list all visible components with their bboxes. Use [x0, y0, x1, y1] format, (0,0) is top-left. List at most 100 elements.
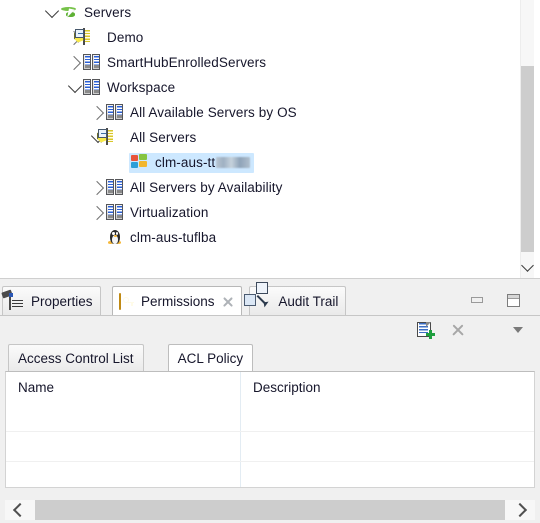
- tree-item-content: Workspace: [83, 78, 176, 97]
- tree-item-all-available-servers-by-os[interactable]: All Available Servers by OS: [0, 100, 506, 125]
- server-rack-icon: [83, 78, 101, 97]
- delete-x-icon: [451, 323, 465, 337]
- tree-item-clm-aus-tuflba[interactable]: clm-aus-tuflba: [0, 225, 506, 250]
- hscroll-thumb[interactable]: [35, 500, 505, 520]
- tab-audit-trail[interactable]: Audit Trail: [244, 281, 347, 316]
- view-menu-icon: [513, 327, 523, 333]
- tree-item-label: clm-aus-tuflba: [130, 230, 217, 245]
- tree-item-servers[interactable]: Servers: [0, 0, 506, 25]
- key-icon: [119, 292, 136, 310]
- inner-tab-access-control-list[interactable]: Access Control List: [8, 344, 144, 371]
- tree-item-demo[interactable]: Demo: [0, 25, 506, 50]
- tree-item-content: clm-aus-tuflba: [106, 229, 216, 247]
- chevron-right-icon: [66, 55, 82, 70]
- tree-item-content: All Servers by Availability: [106, 178, 283, 197]
- table-row[interactable]: [6, 402, 534, 431]
- maximize-button[interactable]: [502, 290, 524, 310]
- chevron-right-icon: [512, 502, 528, 518]
- tree-expander-none: [90, 225, 106, 250]
- tab-label: Audit Trail: [278, 294, 339, 309]
- tree-viewport[interactable]: Servers Demo SmartHubEnrolledServers Worksp…: [0, 0, 506, 278]
- hscroll-right-button[interactable]: [505, 500, 535, 520]
- server-rack-icon: [106, 178, 124, 197]
- linux-penguin-icon: [106, 229, 124, 247]
- tree-item-virtualization[interactable]: Virtualization: [0, 200, 506, 225]
- tree-item-content: Virtualization: [106, 203, 209, 222]
- add-policy-icon: [417, 321, 435, 339]
- chevron-right-icon: [89, 180, 105, 195]
- view-tabbar: Properties Permissions Audit Trail: [0, 281, 540, 316]
- audit-trail-icon: [244, 281, 273, 310]
- inner-tab-label: Access Control List: [18, 350, 134, 366]
- chevron-right-icon: [89, 105, 105, 120]
- tree-expander-collapsed[interactable]: [89, 100, 106, 125]
- tree-expander-none: [113, 150, 129, 175]
- acl-policy-table[interactable]: Name Description: [5, 371, 535, 488]
- tab-permissions[interactable]: Permissions: [112, 286, 242, 316]
- bottom-view-stack: Properties Permissions Audit Trail Access …: [0, 281, 540, 523]
- tab-label: Permissions: [141, 294, 215, 309]
- hscroll-left-button[interactable]: [5, 500, 35, 520]
- minimize-button[interactable]: [466, 290, 488, 310]
- tree-right-gap: [533, 0, 540, 278]
- tree-item-label: All Servers by Availability: [130, 180, 283, 195]
- view-menu-button[interactable]: [510, 320, 526, 340]
- acl-inner-tabbar: Access Control List ACL Policy: [0, 344, 540, 371]
- table-row[interactable]: [6, 431, 534, 461]
- tree-item-workspace[interactable]: Workspace: [0, 75, 506, 100]
- server-rack-icon: [83, 53, 101, 72]
- tree-item-content: SmartHubEnrolledServers: [83, 53, 267, 72]
- properties-icon: [1, 288, 26, 310]
- maximize-icon: [506, 293, 520, 307]
- tree-selected-item[interactable]: clm-aus-tt: [129, 152, 255, 173]
- column-header-description[interactable]: Description: [240, 372, 534, 402]
- tab-properties[interactable]: Properties: [1, 286, 101, 316]
- tree-expander-expanded[interactable]: [67, 75, 83, 100]
- servers-tree-panel: Servers Demo SmartHubEnrolledServers Worksp…: [0, 0, 540, 278]
- tree-expander-collapsed[interactable]: [89, 200, 106, 225]
- tree-item-label: clm-aus-tt: [155, 155, 216, 170]
- tree-scroll-down-button[interactable]: [521, 259, 534, 274]
- chevron-down-icon: [521, 259, 534, 272]
- tree-item-label: Servers: [84, 5, 132, 20]
- tree-item-all-servers-by-availability[interactable]: All Servers by Availability: [0, 175, 506, 200]
- tree-expander-expanded[interactable]: [44, 0, 60, 25]
- server-rack-icon: [106, 103, 124, 122]
- delete-button[interactable]: [447, 320, 469, 340]
- redacted-text-block: [216, 157, 251, 168]
- column-header-name[interactable]: Name: [6, 372, 240, 402]
- inner-tab-acl-policy[interactable]: ACL Policy: [167, 344, 254, 371]
- tree-item-clm-aus-tt[interactable]: clm-aus-tt: [0, 150, 506, 175]
- acl-table-header: Name Description: [6, 372, 534, 402]
- tree-item-content: Demo: [74, 27, 144, 47]
- server-rack-icon: [106, 203, 124, 222]
- tree-item-label: Virtualization: [130, 205, 209, 220]
- tree-item-label: Workspace: [107, 80, 176, 95]
- globe-cursor-icon: [60, 4, 78, 22]
- minimize-icon: [471, 297, 483, 303]
- close-icon[interactable]: [222, 296, 234, 308]
- tree-item-all-servers[interactable]: All Servers: [0, 125, 506, 150]
- tab-label: Properties: [31, 294, 93, 309]
- tree-expander-collapsed[interactable]: [89, 175, 106, 200]
- acl-table-body[interactable]: [6, 402, 534, 487]
- tree-scrollbar-thumb[interactable]: [521, 66, 534, 252]
- windows-icon: [131, 153, 149, 172]
- tree-item-smarthubenrolledservers[interactable]: SmartHubEnrolledServers: [0, 50, 506, 75]
- tree-item-content: All Available Servers by OS: [106, 103, 297, 122]
- tree-item-label: All Available Servers by OS: [130, 105, 297, 120]
- tree-vertical-scrollbar[interactable]: [520, 0, 534, 278]
- chevron-down-icon: [44, 3, 60, 19]
- server-group-icon: [74, 27, 101, 47]
- hscroll-track[interactable]: [35, 500, 505, 520]
- tree-expander-collapsed[interactable]: [66, 50, 83, 75]
- acl-horizontal-scrollbar[interactable]: [5, 500, 535, 520]
- server-group-icon: [97, 127, 124, 147]
- tree-item-content: All Servers: [97, 127, 196, 147]
- tree-item-label: SmartHubEnrolledServers: [107, 55, 267, 70]
- chevron-left-icon: [12, 502, 28, 518]
- tree-item-label: Demo: [107, 30, 144, 45]
- table-row[interactable]: [6, 461, 534, 487]
- tree-item-content: Servers: [60, 4, 131, 22]
- add-acl-policy-button[interactable]: [414, 320, 438, 340]
